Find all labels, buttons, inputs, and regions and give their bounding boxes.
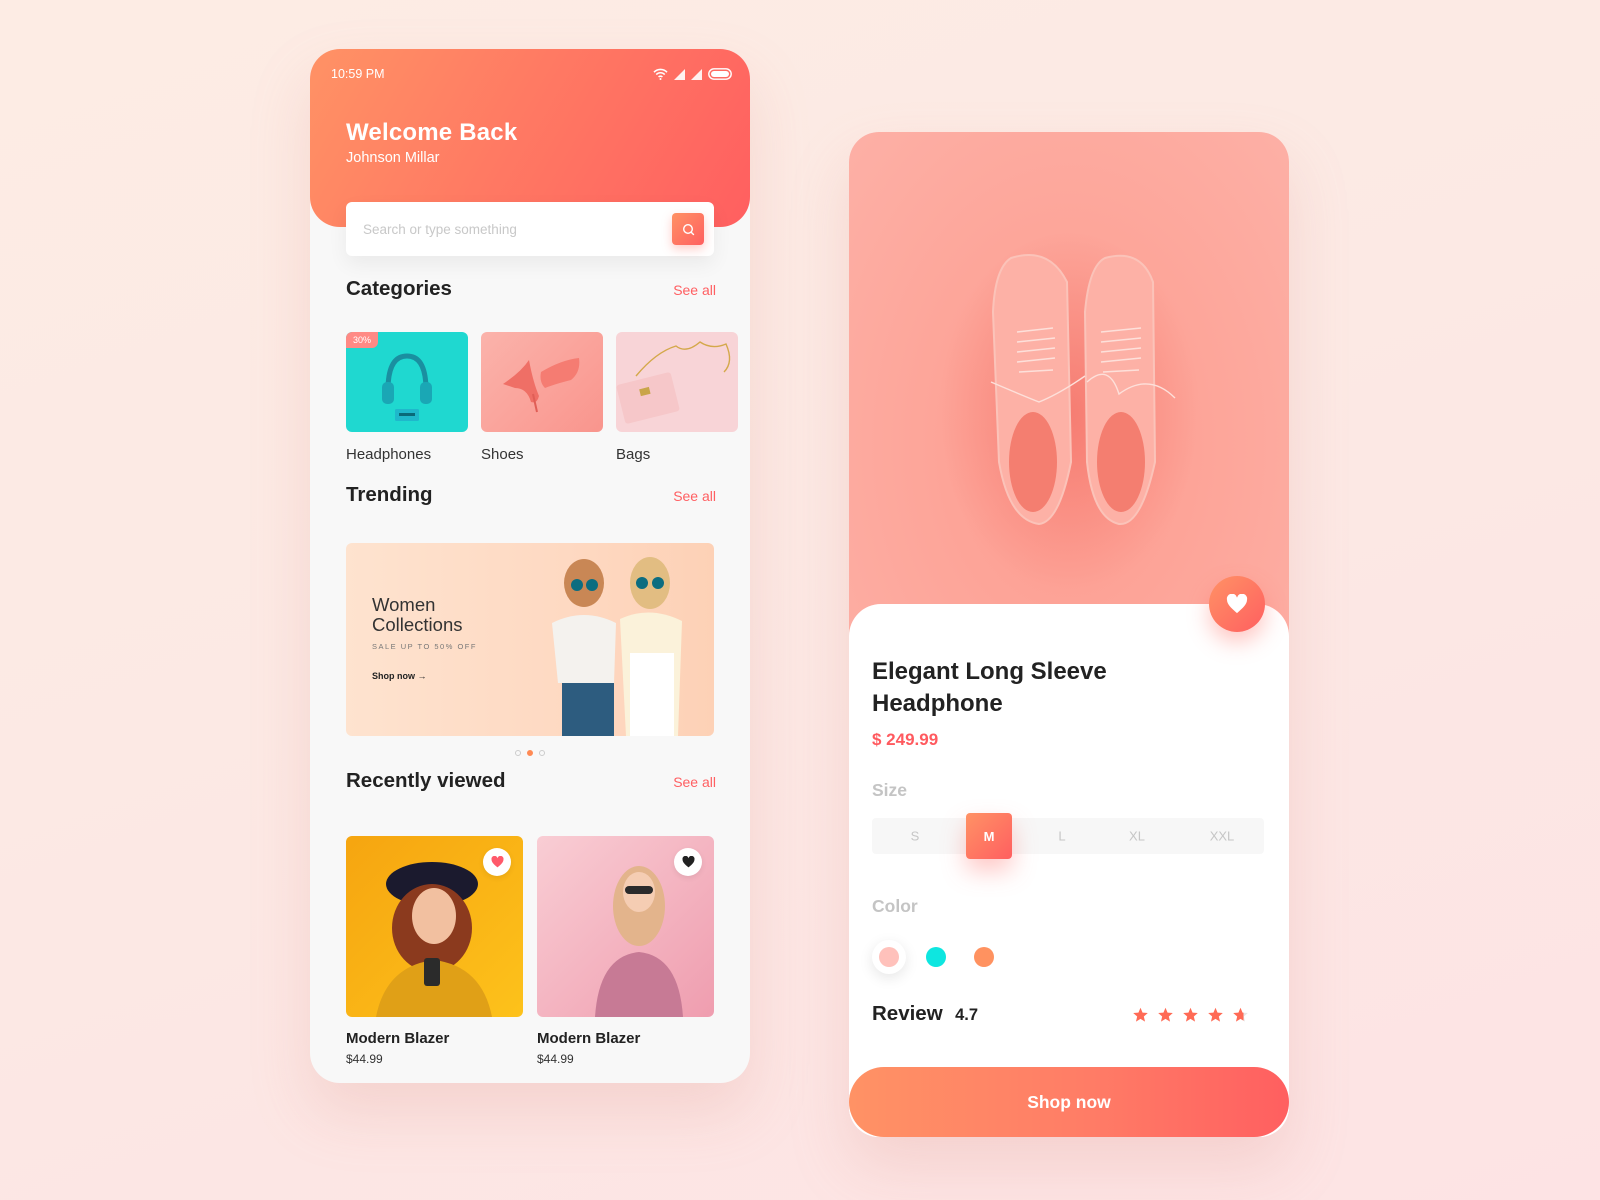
heart-icon: [491, 856, 503, 868]
category-item-bags[interactable]: Bags: [616, 332, 738, 463]
heart-icon: [682, 856, 694, 868]
star-full-icon: [1133, 1007, 1148, 1022]
product-price: $44.99: [346, 1052, 383, 1066]
review-summary: Review 4.7: [872, 1002, 978, 1026]
trending-banner[interactable]: Women Collections SALE UP TO 50% OFF Sho…: [346, 543, 714, 736]
categories-title: Categories: [346, 277, 452, 300]
product-name: Modern Blazer: [537, 1030, 641, 1047]
signal-icon: [674, 68, 685, 80]
carousel-indicator: [515, 750, 545, 756]
heels-illustration: [503, 358, 580, 413]
welcome-title: Welcome Back: [346, 119, 518, 146]
banner-title-line1: Women: [372, 594, 436, 615]
shop-now-button[interactable]: Shop now: [849, 1067, 1289, 1137]
category-image-bags: [616, 332, 738, 432]
color-option-selected[interactable]: [872, 940, 906, 974]
product-detail-card: Elegant Long Sleeve Headphone $ 249.99 S…: [849, 604, 1289, 1137]
banner-shop-now-link[interactable]: Shop now →: [372, 671, 477, 681]
review-row: Review 4.7: [872, 1002, 1249, 1026]
category-image-shoes: [481, 332, 603, 432]
product-price: $ 249.99: [872, 730, 939, 749]
trending-header: Trending See all: [346, 483, 716, 507]
pink-sneakers-photo: [939, 232, 1199, 592]
category-image-headphones: 30%: [346, 332, 468, 432]
search-icon: [682, 223, 694, 235]
category-item-shoes[interactable]: Shoes: [481, 332, 603, 463]
categories-header: Categories See all: [346, 277, 716, 301]
greeting: Welcome Back Johnson Millar: [346, 119, 517, 166]
status-bar: 10:59 PM: [331, 65, 732, 83]
categories-see-all-link[interactable]: See all: [673, 282, 716, 298]
product-image: [537, 836, 714, 1017]
star-full-icon: [1183, 1007, 1198, 1022]
product-screen: Elegant Long Sleeve Headphone $ 249.99 S…: [849, 132, 1289, 1137]
search-bar: [346, 202, 714, 256]
recently-viewed-see-all-link[interactable]: See all: [673, 774, 716, 790]
banner-subtitle: SALE UP TO 50% OFF: [372, 641, 477, 651]
banner-models-photo: [552, 557, 682, 736]
trending-see-all-link[interactable]: See all: [673, 488, 716, 504]
size-label: Size: [872, 780, 908, 800]
wifi-icon: [653, 68, 668, 80]
banner-text: Women Collections SALE UP TO 50% OFF Sho…: [372, 594, 477, 681]
product-card[interactable]: Modern Blazer $44.99: [537, 836, 714, 1066]
star-partial-icon: [1233, 1007, 1248, 1022]
star-rating: [1132, 1006, 1249, 1023]
category-label: Headphones: [346, 446, 432, 463]
product-card[interactable]: Modern Blazer $44.99: [346, 836, 523, 1066]
review-label: Review: [872, 1002, 943, 1025]
category-label: Shoes: [481, 446, 524, 463]
recently-viewed-list: Modern Blazer $44.99 Modern Blazer $44.9…: [346, 836, 714, 1066]
recently-viewed-header: Recently viewed See all: [346, 769, 716, 793]
signal-icon: [691, 68, 702, 80]
review-score: 4.7: [955, 1006, 979, 1024]
size-option-l[interactable]: L: [1058, 829, 1065, 844]
category-item-headphones[interactable]: 30% Headphones: [346, 332, 468, 463]
star-full-icon: [1158, 1007, 1173, 1022]
size-option-s[interactable]: S: [911, 829, 920, 844]
recently-viewed-title: Recently viewed: [346, 769, 506, 792]
category-label: Bags: [616, 446, 651, 463]
size-option-xxl[interactable]: XXL: [1210, 829, 1235, 844]
color-swatch: [879, 947, 899, 967]
status-time: 10:59 PM: [331, 67, 385, 81]
trending-title: Trending: [346, 483, 433, 506]
favorite-button[interactable]: [1209, 576, 1265, 632]
category-list: 30% Headphones Shoes Bags: [346, 332, 738, 463]
product-title: Elegant Long Sleeve Headphone: [872, 658, 1107, 718]
product-name: Modern Blazer: [346, 1030, 450, 1047]
size-selector: S M L XL XXL: [872, 813, 1264, 859]
search-button[interactable]: [672, 213, 704, 245]
color-option[interactable]: [974, 947, 994, 967]
color-label: Color: [872, 896, 918, 916]
user-name: Johnson Millar: [346, 150, 440, 166]
carousel-dot[interactable]: [539, 750, 545, 756]
carousel-dot[interactable]: [515, 750, 521, 756]
product-image: [346, 836, 523, 1017]
status-icons: [653, 68, 732, 80]
banner-title-line2: Collections: [372, 614, 463, 636]
product-price: $44.99: [537, 1052, 574, 1066]
favorite-button[interactable]: [674, 848, 702, 876]
favorite-button[interactable]: [483, 848, 511, 876]
discount-badge: 30%: [346, 332, 379, 348]
star-full-icon: [1208, 1007, 1223, 1022]
carousel-dot-active[interactable]: [527, 750, 533, 756]
search-input[interactable]: [363, 221, 672, 237]
size-option-xl[interactable]: XL: [1129, 829, 1145, 844]
product-hero-image: [849, 132, 1289, 652]
color-selector: [872, 940, 994, 974]
home-screen: 10:59 PM Welcome Back Johnson Millar Sea…: [310, 49, 750, 1083]
size-option-m-selected[interactable]: M: [966, 813, 1012, 859]
battery-icon: [708, 68, 732, 80]
color-option[interactable]: [926, 947, 946, 967]
handbag-illustration: [616, 341, 731, 424]
heart-icon: [1226, 594, 1248, 614]
